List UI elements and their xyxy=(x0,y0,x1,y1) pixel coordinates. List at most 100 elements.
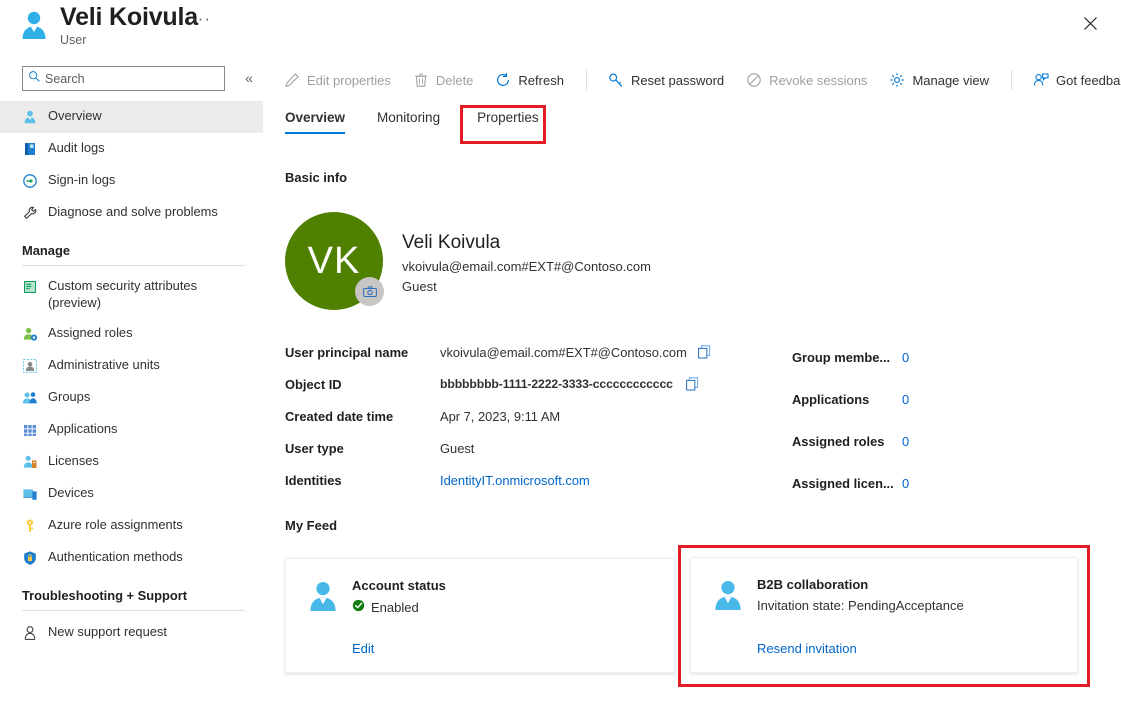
sidebar-item-label: Licenses xyxy=(48,453,99,469)
property-row-user-principal-name: User principal name vkoivula@email.com#E… xyxy=(285,336,712,368)
sidebar-item-new-support-request[interactable]: New support request xyxy=(0,617,263,649)
sidebar-item-label: Audit logs xyxy=(48,140,105,156)
sidebar-item-groups[interactable]: Groups xyxy=(0,382,263,414)
sidebar-item-custom-security-attributes[interactable]: Custom security attributes (preview) xyxy=(0,272,263,318)
tab-properties[interactable]: Properties xyxy=(477,110,539,134)
property-row-object-id: Object ID bbbbbbbb-1111-2222-3333-cccccc… xyxy=(285,368,712,400)
sidebar-item-label: Applications xyxy=(48,421,118,437)
sidebar-item-licenses[interactable]: Licenses xyxy=(0,446,263,478)
count-key: Assigned roles xyxy=(792,434,902,449)
attributes-icon xyxy=(22,279,38,295)
sidebar-item-label: New support request xyxy=(48,624,167,640)
sidebar-group-manage: Manage xyxy=(0,229,263,265)
my-feed-heading: My Feed xyxy=(285,518,337,533)
shield-icon xyxy=(22,550,38,566)
person-icon xyxy=(709,577,747,615)
sidebar-item-diagnose-and-solve-problems[interactable]: Diagnose and solve problems xyxy=(0,197,263,229)
sidebar-item-label: Azure role assignments xyxy=(48,517,183,533)
count-value[interactable]: 0 xyxy=(902,392,909,407)
sidebar-item-sign-in-logs[interactable]: Sign-in logs xyxy=(0,165,263,197)
licenses-icon xyxy=(22,454,38,470)
refresh-icon xyxy=(495,72,511,88)
property-value: Apr 7, 2023, 9:11 AM xyxy=(440,409,560,424)
gear-icon xyxy=(889,72,905,88)
sidebar-divider xyxy=(22,265,245,266)
card-subtitle: Enabled xyxy=(371,600,419,615)
edit-properties-button[interactable]: Edit properties xyxy=(284,64,391,96)
profile-upn: vkoivula@email.com#EXT#@Contoso.com xyxy=(402,257,651,277)
property-value-link[interactable]: IdentityIT.onmicrosoft.com xyxy=(440,473,590,488)
count-row-assigned-licenses: Assigned licen... 0 xyxy=(792,462,909,504)
count-value[interactable]: 0 xyxy=(902,350,909,365)
sidebar-divider xyxy=(22,610,245,611)
count-value[interactable]: 0 xyxy=(902,476,909,491)
camera-icon[interactable] xyxy=(355,277,384,306)
command-label: Edit properties xyxy=(307,73,391,88)
avatar: VK xyxy=(285,212,385,312)
copy-icon[interactable] xyxy=(696,344,712,360)
sidebar-item-label: Administrative units xyxy=(48,357,160,373)
card-edit-link[interactable]: Edit xyxy=(352,641,374,656)
user-icon xyxy=(22,109,38,125)
sidebar-item-overview[interactable]: Overview xyxy=(0,101,263,133)
card-subtitle-row: Enabled xyxy=(352,599,419,615)
delete-button[interactable]: Delete xyxy=(413,64,474,96)
revoke-sessions-button[interactable]: Revoke sessions xyxy=(746,64,867,96)
devices-icon xyxy=(22,486,38,502)
sidebar-search xyxy=(22,66,225,91)
search-box[interactable] xyxy=(22,66,225,91)
wrench-icon xyxy=(22,205,38,221)
profile-name: Veli Koivula xyxy=(402,231,651,255)
sidebar-item-audit-logs[interactable]: Audit logs xyxy=(0,133,263,165)
support-person-icon xyxy=(22,625,38,641)
check-circle-icon xyxy=(352,599,365,615)
card-subtitle: Invitation state: PendingAcceptance xyxy=(757,598,964,613)
tab-bar: Overview Monitoring Properties xyxy=(285,110,571,134)
sidebar-item-label: Diagnose and solve problems xyxy=(48,204,218,220)
property-key: Object ID xyxy=(285,377,440,392)
person-icon xyxy=(304,578,342,616)
assigned-roles-icon xyxy=(22,326,38,342)
tab-monitoring[interactable]: Monitoring xyxy=(377,110,440,134)
sidebar-item-applications[interactable]: Applications xyxy=(0,414,263,446)
count-key: Applications xyxy=(792,392,902,407)
close-icon[interactable] xyxy=(1073,6,1107,40)
got-feedback-button[interactable]: Got feedback? xyxy=(1033,64,1121,96)
command-label: Delete xyxy=(436,73,474,88)
card-resend-invitation-link[interactable]: Resend invitation xyxy=(757,641,857,656)
sidebar-item-azure-role-assignments[interactable]: Azure role assignments xyxy=(0,510,263,542)
copy-icon[interactable] xyxy=(684,376,700,392)
sidebar-item-authentication-methods[interactable]: Authentication methods xyxy=(0,542,263,574)
reset-password-button[interactable]: Reset password xyxy=(608,64,724,96)
administrative-units-icon xyxy=(22,358,38,374)
sidebar-item-devices[interactable]: Devices xyxy=(0,478,263,510)
page-title: Veli Koivula xyxy=(60,3,198,32)
sidebar-group-title: Manage xyxy=(22,229,263,265)
user-overview-page: Veli Koivula ··· User « xyxy=(0,0,1121,701)
count-value[interactable]: 0 xyxy=(902,434,909,449)
search-input[interactable] xyxy=(45,72,210,86)
account-status-card: Account status Enabled Edit xyxy=(285,558,675,673)
book-icon xyxy=(22,141,38,157)
sidebar-item-label: Custom security attributes (preview) xyxy=(48,278,233,311)
groups-icon xyxy=(22,390,38,406)
basic-info-heading: Basic info xyxy=(285,170,347,185)
refresh-button[interactable]: Refresh xyxy=(495,64,564,96)
manage-view-button[interactable]: Manage view xyxy=(889,64,989,96)
sidebar-item-administrative-units[interactable]: Administrative units xyxy=(0,350,263,382)
sidebar-item-assigned-roles[interactable]: Assigned roles xyxy=(0,318,263,350)
header-more-button[interactable]: ··· xyxy=(191,10,211,28)
command-separator xyxy=(586,70,587,90)
property-key: User principal name xyxy=(285,345,440,360)
sidebar-item-label: Groups xyxy=(48,389,90,405)
sidebar-item-label: Overview xyxy=(48,108,102,124)
tab-overview[interactable]: Overview xyxy=(285,110,345,134)
command-label: Manage view xyxy=(912,73,989,88)
sidebar-collapse-button[interactable]: « xyxy=(240,67,258,89)
sidebar-group-title: Troubleshooting + Support xyxy=(22,574,263,610)
count-row-applications: Applications 0 xyxy=(792,378,909,420)
sidebar-group-troubleshooting: Troubleshooting + Support xyxy=(0,574,263,610)
sidebar-item-label: Sign-in logs xyxy=(48,172,115,188)
card-title: Account status xyxy=(352,578,446,593)
sidebar-nav-list: Overview Audit logs xyxy=(0,101,263,649)
